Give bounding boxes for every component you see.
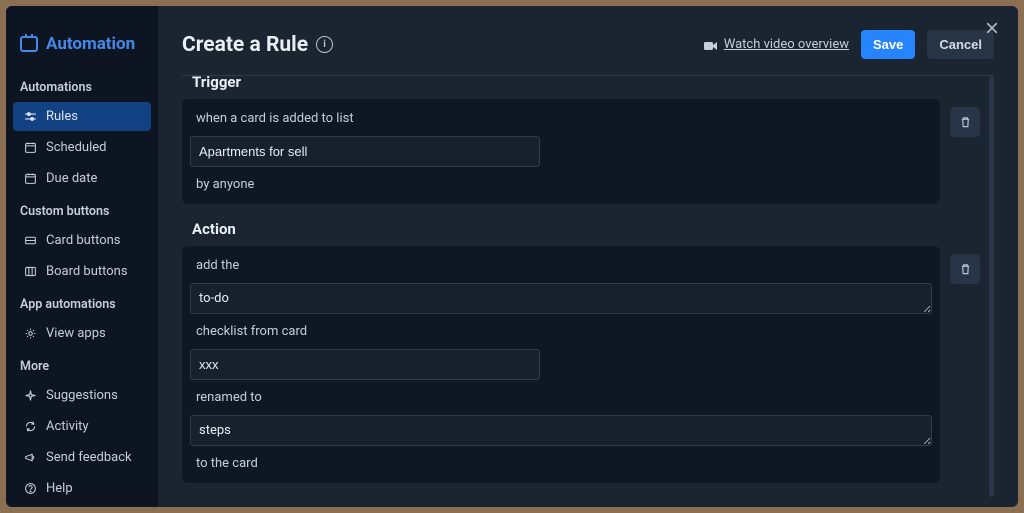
sidebar-item-label: View apps <box>46 326 106 341</box>
scrollbar[interactable] <box>989 76 994 497</box>
page-title-group: Create a Rule i <box>182 33 333 57</box>
sidebar-item-feedback[interactable]: Send feedback <box>13 443 151 472</box>
megaphone-icon <box>23 451 37 465</box>
action-line-2: checklist from card <box>186 316 936 347</box>
sidebar-item-label: Board buttons <box>46 264 128 279</box>
watch-video-label: Watch video overview <box>724 37 849 52</box>
trigger-row: when a card is added to list by anyone <box>182 99 980 204</box>
sidebar-item-suggestions[interactable]: Suggestions <box>13 381 151 410</box>
recycle-icon <box>23 420 37 434</box>
action-line-3: renamed to <box>186 382 936 413</box>
action-source-card-input[interactable] <box>190 349 540 380</box>
main-header: Create a Rule i Watch video overview Sav… <box>182 30 994 59</box>
trigger-list-input[interactable] <box>190 136 540 167</box>
card-icon <box>23 234 37 248</box>
sidebar-item-view-apps[interactable]: View apps <box>13 319 151 348</box>
delete-trigger-button[interactable] <box>950 107 980 137</box>
save-button[interactable]: Save <box>861 30 915 59</box>
calendar-icon <box>23 141 37 155</box>
sidebar-item-card-buttons[interactable]: Card buttons <box>13 226 151 255</box>
action-rename-input[interactable]: steps <box>190 415 932 446</box>
sidebar-item-board-buttons[interactable]: Board buttons <box>13 257 151 286</box>
close-icon[interactable] <box>984 20 1004 40</box>
brand-label: Automation <box>46 34 135 54</box>
action-row: add the to-do checklist from card rename… <box>182 246 980 483</box>
video-icon <box>704 40 718 50</box>
action-block: add the to-do checklist from card rename… <box>182 246 940 483</box>
section-heading-trigger: Trigger <box>192 76 980 91</box>
section-heading-action: Action <box>192 220 980 238</box>
sidebar-item-label: Suggestions <box>46 388 118 403</box>
info-icon[interactable]: i <box>316 36 333 53</box>
action-line-4: to the card <box>186 448 936 479</box>
sidebar-item-label: Rules <box>46 109 78 124</box>
action-line-1: add the <box>186 250 936 281</box>
brand: Automation <box>6 24 158 70</box>
trigger-line-2: by anyone <box>186 169 936 200</box>
sidebar-item-label: Card buttons <box>46 233 121 248</box>
trigger-line-1: when a card is added to list <box>186 103 936 134</box>
watch-video-link[interactable]: Watch video overview <box>704 37 849 52</box>
section-label-more: More <box>6 349 158 380</box>
sidebar-item-help[interactable]: Help <box>13 474 151 503</box>
sidebar-item-scheduled[interactable]: Scheduled <box>13 133 151 162</box>
sidebar-item-rules[interactable]: Rules <box>13 102 151 131</box>
board-icon <box>23 265 37 279</box>
main-panel: Create a Rule i Watch video overview Sav… <box>158 6 1018 507</box>
section-label-custom-buttons: Custom buttons <box>6 194 158 225</box>
section-label-app-automations: App automations <box>6 287 158 318</box>
rule-body: Trigger when a card is added to list by … <box>182 76 994 497</box>
sidebar-item-label: Scheduled <box>46 140 106 155</box>
sidebar-item-label: Send feedback <box>46 450 132 465</box>
help-icon <box>23 482 37 496</box>
section-label-automations: Automations <box>6 70 158 101</box>
sliders-icon <box>23 110 37 124</box>
page-title: Create a Rule <box>182 33 308 57</box>
sparkle-icon <box>23 389 37 403</box>
automation-icon <box>20 36 38 52</box>
delete-action-button[interactable] <box>950 254 980 284</box>
automation-modal: Automation Automations Rules Scheduled D… <box>6 6 1018 507</box>
sidebar-item-duedate[interactable]: Due date <box>13 164 151 193</box>
calendar-icon <box>23 172 37 186</box>
sidebar-item-label: Activity <box>46 419 89 434</box>
sidebar: Automation Automations Rules Scheduled D… <box>6 6 158 507</box>
sidebar-item-label: Due date <box>46 171 97 186</box>
sidebar-item-activity[interactable]: Activity <box>13 412 151 441</box>
action-checklist-name-input[interactable]: to-do <box>190 283 932 314</box>
gear-icon <box>23 327 37 341</box>
trigger-block: when a card is added to list by anyone <box>182 99 940 204</box>
sidebar-item-label: Help <box>46 481 73 496</box>
